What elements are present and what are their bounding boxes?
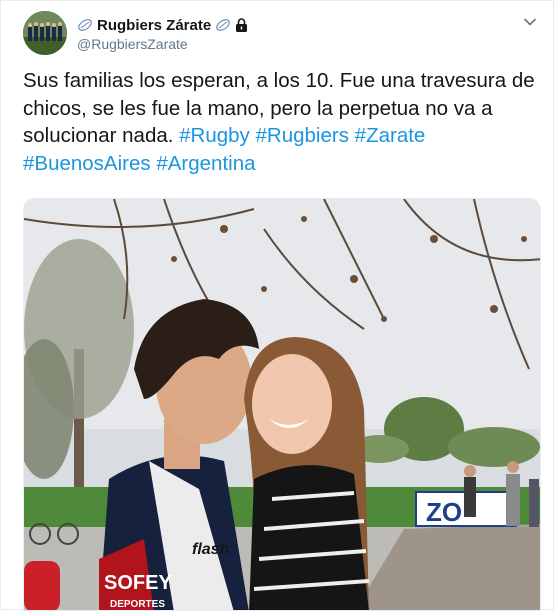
photo-couple-kissing: ZO flash SOFEY DEPORTES xyxy=(24,199,540,610)
account-name[interactable]: Rugbiers Zárate xyxy=(97,17,211,34)
rugby-ball-icon xyxy=(216,19,231,31)
lock-icon xyxy=(236,18,248,32)
team-photo-icon xyxy=(23,11,67,55)
hashtag-argentina[interactable]: #Argentina xyxy=(156,152,255,175)
account-handle[interactable]: @RugbiersZarate xyxy=(77,36,188,52)
tweet-text: Sus familias los esperan, a los 10. Fue … xyxy=(23,67,538,177)
shirt-text-deportes: DEPORTES xyxy=(110,599,165,610)
avatar[interactable] xyxy=(23,11,67,55)
tweet-photo[interactable]: ZO flash SOFEY DEPORTES xyxy=(23,198,541,611)
rugby-ball-icon xyxy=(78,19,92,31)
hashtag-rugby[interactable]: #Rugby xyxy=(179,124,250,147)
hashtag-buenosaires[interactable]: #BuenosAires xyxy=(23,152,151,175)
hashtag-rugbiers[interactable]: #Rugbiers xyxy=(256,124,349,147)
tweet-card: Rugbiers Zárate @RugbiersZarate Sus fami… xyxy=(0,0,554,611)
shirt-text-flash: flash xyxy=(192,541,230,558)
banner-text: ZO xyxy=(426,497,462,527)
chevron-down-icon[interactable] xyxy=(523,15,537,29)
shirt-text-sofey: SOFEY xyxy=(104,572,172,594)
account-name-row[interactable]: Rugbiers Zárate xyxy=(77,15,248,35)
hashtag-zarate[interactable]: #Zarate xyxy=(355,124,426,147)
